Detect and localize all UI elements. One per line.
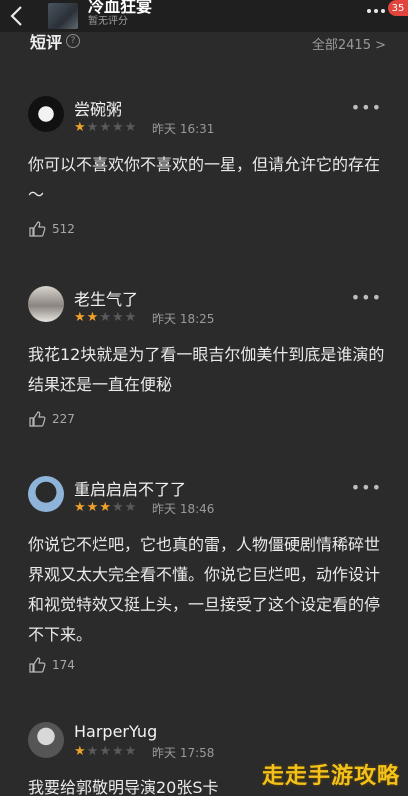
username[interactable]: 老生气了: [74, 286, 138, 310]
star-icon: ★: [124, 500, 137, 515]
star-icon: ★: [111, 500, 124, 515]
like-count: 227: [52, 412, 75, 426]
like-count: 174: [52, 658, 75, 672]
star-icon: ★: [74, 120, 86, 135]
notification-badge[interactable]: 35: [388, 0, 408, 16]
review-time: 昨天 17:58: [152, 746, 215, 760]
review-time: 昨天 16:31: [152, 122, 215, 136]
movie-rating-status: 暂无评分: [88, 16, 128, 27]
thumbs-up-icon: [29, 657, 46, 673]
more-icon[interactable]: •••: [351, 98, 382, 117]
top-bar: 冷血狂宴 暂无评分 35: [0, 0, 408, 32]
chevron-left-icon: [10, 6, 22, 26]
star-icon: ★: [86, 120, 99, 135]
star-icon: ★: [86, 744, 99, 759]
more-icon[interactable]: •••: [351, 478, 382, 497]
star-icon: ★: [124, 744, 137, 759]
star-icon: ★: [86, 310, 99, 325]
all-reviews-link[interactable]: 全部2415 >: [312, 34, 386, 53]
movie-title-block: 冷血狂宴 暂无评分: [88, 0, 152, 28]
section-title: 短评: [30, 33, 63, 52]
star-icon: ★: [111, 120, 124, 135]
star-icon: ★: [111, 310, 124, 325]
thumbs-up-icon: [29, 411, 46, 427]
avatar[interactable]: [28, 96, 64, 132]
star-rating: ★ ★ ★ ★ ★: [74, 501, 136, 514]
star-icon: ★: [86, 500, 99, 515]
star-icon: ★: [74, 500, 86, 515]
star-icon: ★: [99, 120, 111, 135]
review-text: 你说它不烂吧，它也真的雷，人物僵硬剧情稀碎世界观又太大完全看不懂。你说它巨烂吧，…: [28, 535, 381, 644]
star-rating: ★ ★ ★ ★ ★: [74, 745, 136, 758]
help-icon[interactable]: ?: [66, 34, 81, 48]
like-button[interactable]: 174: [28, 656, 75, 674]
back-button[interactable]: [0, 0, 34, 32]
review-time: 昨天 18:25: [152, 312, 215, 326]
star-icon: ★: [74, 744, 86, 759]
star-icon: ★: [74, 310, 86, 325]
star-icon: ★: [99, 744, 111, 759]
like-button[interactable]: 512: [28, 220, 75, 238]
star-icon: ★: [99, 500, 111, 515]
star-rating: ★ ★ ★ ★ ★: [74, 121, 136, 134]
like-button[interactable]: 227: [28, 410, 75, 428]
movie-title: 冷血狂宴: [88, 0, 153, 16]
star-rating: ★ ★ ★ ★ ★: [74, 311, 136, 324]
more-icon[interactable]: •••: [351, 288, 382, 307]
star-icon: ★: [111, 744, 124, 759]
more-options-icon[interactable]: [366, 7, 386, 15]
star-icon: ★: [124, 310, 137, 325]
thumbs-up-icon: [29, 221, 46, 237]
username[interactable]: 尝碗粥: [74, 96, 122, 120]
review-time: 昨天 18:46: [152, 502, 215, 516]
short-review-header: 短评 ? 全部2415 >: [0, 32, 408, 58]
username[interactable]: HarperYug: [74, 722, 157, 741]
review-text: 我花12块就是为了看一眼吉尔伽美什到底是谁演的 结果还是一直在便秘: [28, 345, 385, 394]
watermark: 走走手游攻略: [261, 764, 400, 789]
star-icon: ★: [99, 310, 111, 325]
review-text: 你可以不喜欢你不喜欢的一星，但请允许它的存在～: [28, 155, 381, 204]
avatar[interactable]: [28, 286, 64, 322]
like-count: 512: [52, 222, 75, 236]
movie-poster-thumbnail[interactable]: [48, 3, 78, 29]
avatar[interactable]: [28, 476, 64, 512]
star-icon: ★: [124, 120, 137, 135]
avatar[interactable]: [28, 722, 64, 758]
username[interactable]: 重启启启不了了: [74, 476, 186, 500]
